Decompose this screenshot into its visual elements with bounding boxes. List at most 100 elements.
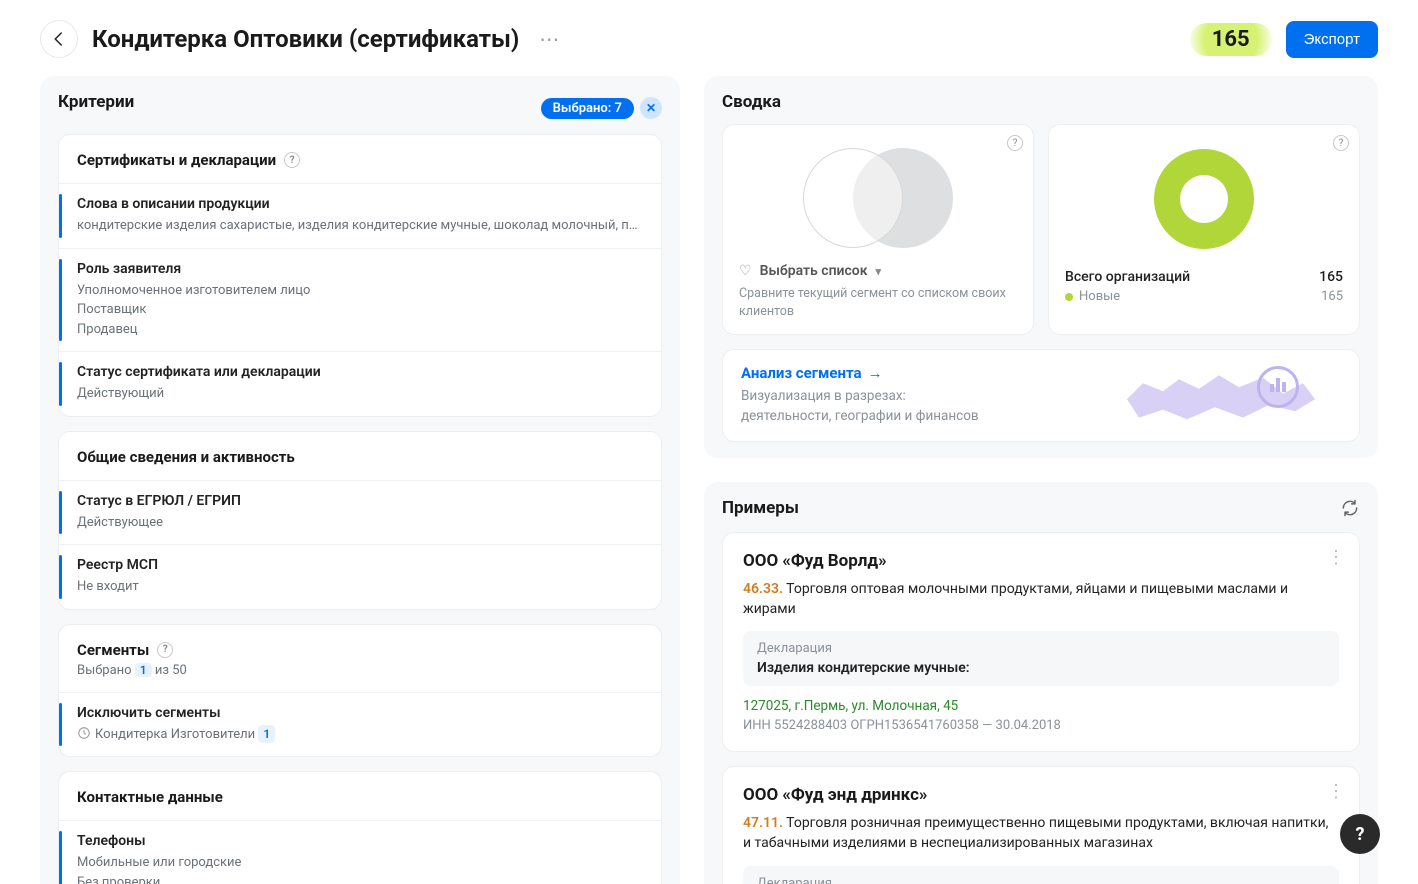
selected-chip: Выбрано: 7 ✕ <box>541 97 662 119</box>
venn-diagram <box>793 143 963 253</box>
segments-sub-pre: Выбрано <box>77 663 135 678</box>
refresh-icon <box>1340 498 1360 518</box>
criteria-value-line: Мобильные или городские <box>77 853 643 873</box>
total-orgs-label: Всего организаций <box>1065 269 1190 285</box>
example-card[interactable]: ⋮ ООО «Фуд Ворлд» 46.33. Торговля оптова… <box>722 532 1360 753</box>
group-title-text: Общие сведения и активность <box>77 448 295 466</box>
criteria-name: Роль заявителя <box>77 261 643 277</box>
criteria-item[interactable]: Телефоны Мобильные или городские Без про… <box>59 820 661 884</box>
new-orgs-value: 165 <box>1321 289 1343 304</box>
okved-code: 46.33. <box>743 581 783 597</box>
criteria-name: Статус в ЕГРЮЛ / ЕГРИП <box>77 493 643 509</box>
criteria-value: кондитерские изделия сахаристые, изделия… <box>77 216 643 236</box>
declaration-box: Декларация Кондитерское изделие сахарист… <box>743 866 1339 884</box>
example-card[interactable]: ⋮ ООО «Фуд энд дринкс» 47.11. Торговля р… <box>722 766 1360 884</box>
criteria-item[interactable]: Статус сертификата или декларации Действ… <box>59 351 661 416</box>
criteria-group-title[interactable]: Сегменты ? <box>59 625 661 663</box>
new-orgs-label: Новые <box>1065 289 1120 304</box>
example-activity: 47.11. Торговля розничная преимущественн… <box>743 813 1339 854</box>
criteria-value-line: Продавец <box>77 320 643 340</box>
group-title-text: Контактные данные <box>77 788 223 806</box>
declaration-label: Декларация <box>757 641 1325 656</box>
declaration-box: Декларация Изделия кондитерские мучные: <box>743 631 1339 686</box>
help-icon[interactable]: ? <box>1007 135 1023 151</box>
heart-icon: ♡ <box>739 263 752 279</box>
criteria-value-line: Без проверки <box>77 873 643 884</box>
compare-card: ? ♡ Выбрать список ▾ Сравните текущий се… <box>722 124 1034 335</box>
examples-panel: Примеры ⋮ ООО «Фуд Ворлд» 46.33. Торговл… <box>704 482 1378 884</box>
arrow-right-icon: → <box>868 364 883 382</box>
criteria-group-general: Общие сведения и активность Статус в ЕГР… <box>58 431 662 610</box>
page-header: Кондитерка Оптовики (сертификаты) ⋯ 165 … <box>0 0 1418 68</box>
analysis-title-text: Анализ сегмента <box>741 364 862 382</box>
criteria-group-title[interactable]: Контактные данные <box>59 772 661 820</box>
total-orgs-value: 165 <box>1319 269 1343 285</box>
criteria-name: Слова в описании продукции <box>77 196 643 212</box>
example-address: 127025, г.Пермь, ул. Молочная, 45 <box>743 698 1339 714</box>
criteria-item[interactable]: Роль заявителя Уполномоченное изготовите… <box>59 248 661 352</box>
card-menu-button[interactable]: ⋮ <box>1327 547 1345 568</box>
example-name: ООО «Фуд энд дринкс» <box>743 785 1339 805</box>
criteria-value: Не входит <box>77 577 643 597</box>
criteria-item[interactable]: Реестр МСП Не входит <box>59 544 661 609</box>
criteria-value: Кондитерка Изготовители 1 <box>77 725 643 745</box>
criteria-value: Действующее <box>77 513 643 533</box>
donut-chart <box>1154 149 1254 249</box>
example-activity: 46.33. Торговля оптовая молочными продук… <box>743 579 1339 620</box>
example-name: ООО «Фуд Ворлд» <box>743 551 1339 571</box>
selected-count-badge: Выбрано: 7 <box>541 98 634 119</box>
criteria-group-title[interactable]: Общие сведения и активность <box>59 432 661 480</box>
criteria-item[interactable]: Слова в описании продукции кондитерские … <box>59 183 661 248</box>
clear-selection-button[interactable]: ✕ <box>640 97 662 119</box>
stats-card: ? Всего организаций 165 Новые 165 <box>1048 124 1360 335</box>
example-meta: ИНН 5524288403 ОГРН1536541760358 — 30.04… <box>743 718 1339 733</box>
arrow-left-icon <box>50 30 68 48</box>
compare-description: Сравните текущий сегмент со списком свои… <box>739 285 1017 320</box>
export-button[interactable]: Экспорт <box>1286 21 1378 58</box>
help-icon[interactable]: ? <box>1333 135 1349 151</box>
declaration-text: Изделия кондитерские мучные: <box>757 660 1325 676</box>
back-button[interactable] <box>40 20 78 58</box>
segments-subtext: Выбрано 1 из 50 <box>59 663 661 692</box>
seg-val-num: 1 <box>258 725 275 743</box>
seg-val-text: Кондитерка Изготовители <box>95 727 258 742</box>
help-fab-button[interactable]: ? <box>1340 814 1380 854</box>
criteria-name: Реестр МСП <box>77 557 643 573</box>
criteria-item[interactable]: Статус в ЕГРЮЛ / ЕГРИП Действующее <box>59 480 661 545</box>
criteria-item[interactable]: Исключить сегменты Кондитерка Изготовите… <box>59 692 661 757</box>
criteria-value: Мобильные или городские Без проверки <box>77 853 643 884</box>
group-title-text: Сегменты <box>77 641 149 659</box>
criteria-name: Телефоны <box>77 833 643 849</box>
help-icon[interactable]: ? <box>157 642 173 658</box>
summary-panel: Сводка ? ♡ Выбрать список ▾ Сравните тек… <box>704 76 1378 458</box>
criteria-group-title[interactable]: Сертификаты и декларации ? <box>59 135 661 183</box>
group-title-text: Сертификаты и декларации <box>77 151 276 169</box>
criteria-name: Статус сертификата или декларации <box>77 364 643 380</box>
chevron-down-icon: ▾ <box>876 265 882 278</box>
choose-list-dropdown[interactable]: ♡ Выбрать список ▾ <box>739 263 1017 279</box>
right-column: Сводка ? ♡ Выбрать список ▾ Сравните тек… <box>704 76 1378 884</box>
new-label-text: Новые <box>1079 289 1120 304</box>
chart-magnify-icon <box>1257 366 1299 408</box>
legend-dot-icon <box>1065 293 1073 301</box>
criteria-panel: Критерии Выбрано: 7 ✕ Сертификаты и декл… <box>40 76 680 884</box>
criteria-name: Исключить сегменты <box>77 705 643 721</box>
declaration-label: Декларация <box>757 876 1325 884</box>
activity-text: Торговля розничная преимущественно пищев… <box>743 815 1328 851</box>
choose-list-label: Выбрать список <box>760 263 868 279</box>
segment-analysis-link[interactable]: Анализ сегмента → Визуализация в разреза… <box>722 349 1360 442</box>
segments-sub-post: из 50 <box>152 663 187 678</box>
criteria-value: Уполномоченное изготовителем лицо Постав… <box>77 281 643 340</box>
activity-text: Торговля оптовая молочными продуктами, я… <box>743 581 1288 617</box>
refresh-button[interactable] <box>1340 498 1360 518</box>
criteria-group-certificates: Сертификаты и декларации ? Слова в описа… <box>58 134 662 417</box>
help-icon[interactable]: ? <box>284 152 300 168</box>
criteria-group-segments: Сегменты ? Выбрано 1 из 50 Исключить сег… <box>58 624 662 758</box>
map-decoration <box>1069 349 1360 442</box>
criteria-value-line: Поставщик <box>77 300 643 320</box>
card-menu-button[interactable]: ⋮ <box>1327 781 1345 802</box>
criteria-value: Действующий <box>77 384 643 404</box>
clock-icon <box>77 726 91 740</box>
criteria-value-line: Уполномоченное изготовителем лицо <box>77 281 643 301</box>
more-menu-button[interactable]: ⋯ <box>533 27 565 51</box>
